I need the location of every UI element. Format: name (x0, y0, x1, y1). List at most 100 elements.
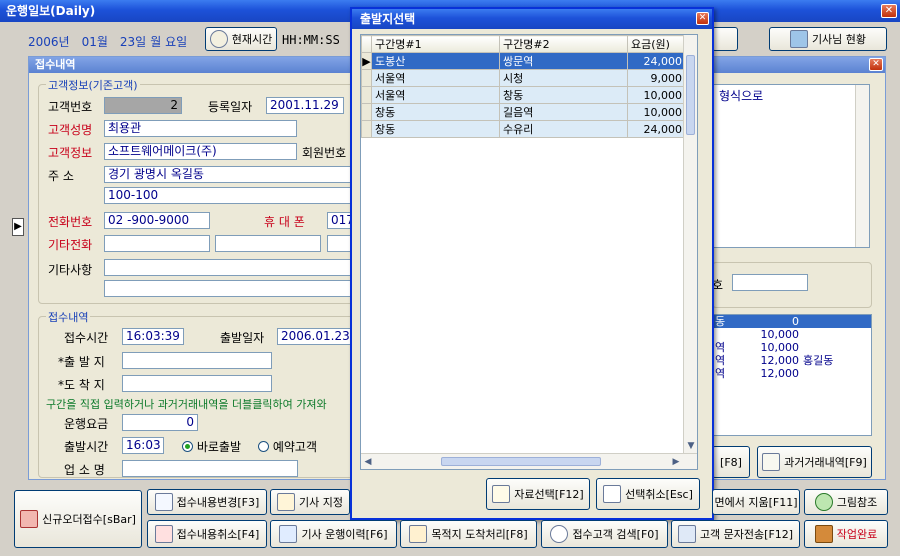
change-receipt-button[interactable]: 접수내용변경[F3] (147, 489, 267, 515)
row-indicator: ▶ (361, 52, 372, 70)
radio-reserve[interactable]: 예약고객 (258, 438, 317, 455)
history-row[interactable]: 역 12,000 (713, 367, 871, 380)
route-cell-fare: 9,000 (627, 69, 686, 87)
history-icon (762, 453, 781, 471)
other-phone-field-1[interactable] (104, 235, 210, 252)
h-scroll-thumb[interactable] (441, 457, 601, 466)
route-row[interactable]: ▶ 도봉산 쌍문역 24,000 (361, 52, 686, 70)
other-notes-field-2[interactable] (104, 280, 354, 297)
driver-status-button[interactable]: 기사님 현황 (769, 27, 887, 51)
address-field-2[interactable]: 100-100 (104, 187, 354, 204)
memo-scrollbar[interactable] (855, 85, 869, 247)
phone-label: 전화번호 (48, 215, 93, 229)
route-cell-1: 서울역 (371, 69, 500, 87)
mobile-label: 휴 대 폰 (264, 215, 305, 229)
customer-info-label: 고객정보 (48, 146, 93, 160)
route-cell-1: 창동 (371, 120, 500, 138)
phone-field[interactable]: 02 -900-9000 (104, 212, 210, 229)
work-done-button[interactable]: 작업완료 (804, 520, 888, 548)
route-row[interactable]: 창동 수유리 24,000 (361, 120, 686, 138)
destination-field[interactable] (122, 375, 272, 392)
row-indicator (361, 69, 372, 87)
customer-sms-button[interactable]: 고객 문자전송[F12] (671, 520, 800, 548)
history-cell-route: 역 (715, 354, 726, 367)
picture-reference-button[interactable]: 그림참조 (804, 489, 888, 515)
picture-reference-label: 그림참조 (836, 496, 878, 509)
history-row[interactable]: 10,000 (713, 328, 871, 341)
reception-close-icon[interactable]: ✕ (869, 58, 883, 71)
receipt-time-field[interactable]: 16:03:39 (122, 328, 184, 345)
departure-date-label: 출발일자 (220, 331, 265, 345)
route-row[interactable]: 서울역 시청 9,000 (361, 69, 686, 87)
route-row[interactable]: 창동 길음역 10,000 (361, 103, 686, 121)
work-done-label: 작업완료 (836, 528, 878, 541)
history-cell-route: 역 (715, 367, 726, 380)
route-row[interactable]: 서울역 창동 10,000 (361, 86, 686, 104)
column-header-fare[interactable]: 요금(원) (627, 35, 686, 53)
scroll-left-icon[interactable]: ◀ (361, 455, 375, 469)
departure-time-field[interactable]: 16:03 (122, 437, 164, 454)
company-field[interactable] (122, 460, 298, 477)
current-time-button[interactable]: 현재시간 (205, 27, 277, 51)
reception-title: 접수내역 (35, 58, 76, 71)
history-row[interactable]: 역 12,000 홍길동 (713, 354, 871, 367)
departure-date-field[interactable]: 2006.01.23 (277, 328, 357, 345)
remove-from-list-button[interactable]: 면에서 지움[F11] (712, 489, 800, 515)
grid-vertical-scrollbar[interactable]: ▼ (683, 35, 697, 453)
customer-search-button[interactable]: 접수고객 검색[F0] (541, 520, 668, 548)
regdate-field[interactable]: 2001.11.29 (266, 97, 344, 114)
hidden-top-button[interactable] (712, 27, 738, 51)
customer-info-field[interactable]: 소프트웨어메이크(주) (104, 143, 297, 160)
f8-button[interactable]: [F8] (712, 446, 750, 478)
arrival-process-button[interactable]: 목적지 도착처리[F8] (400, 520, 537, 548)
scroll-down-icon[interactable]: ▼ (684, 439, 698, 453)
route-cell-2: 창동 (499, 86, 628, 104)
origin-field[interactable] (122, 352, 272, 369)
column-header-route2[interactable]: 구간명#2 (499, 35, 628, 53)
member-number-label: 회원번호 (302, 146, 347, 160)
cancel-selection-button[interactable]: 선택취소[Esc] (596, 478, 700, 510)
window-close-icon[interactable]: ✕ (881, 4, 897, 18)
address-label: 주 소 (48, 169, 74, 183)
other-notes-field-1[interactable] (104, 259, 354, 276)
history-cell-fare: 10,000 (760, 341, 800, 354)
radio-depart-now-dot (182, 441, 193, 452)
driver-log-button[interactable]: 기사 운행이력[F6] (270, 520, 397, 548)
edit-icon (154, 493, 173, 511)
column-header-route1[interactable]: 구간명#1 (371, 35, 500, 53)
side-arrow-icon[interactable]: ▶ (12, 218, 24, 236)
customer-number-label: 고객번호 (48, 100, 93, 114)
memo-box[interactable]: 형식으로 (712, 84, 870, 248)
grid-scroll-thumb[interactable] (686, 55, 695, 135)
departure-time-label: 출발시간 (64, 440, 109, 454)
current-time-label: 현재시간 (231, 33, 273, 46)
new-order-button[interactable]: 신규오더접수[sBar] (14, 490, 142, 548)
radio-depart-now[interactable]: 바로출발 (182, 438, 241, 455)
driver-assign-button[interactable]: 기사 지정 (270, 489, 350, 515)
history-list[interactable]: 동 0 10,000 역 10,000 역 12,000 홍길동 역 12,000 (712, 314, 872, 436)
grid-horizontal-scrollbar[interactable]: ◀ ▶ (361, 453, 697, 469)
history-row[interactable]: 역 10,000 (713, 341, 871, 354)
history-button[interactable]: 과거거래내역[F9] (757, 446, 872, 478)
driver-log-label: 기사 운행이력[F6] (301, 528, 388, 541)
route-grid[interactable]: 구간명#1 구간명#2 요금(원) ▶ 도봉산 쌍문역 24,000 서울역 시청 9,00… (360, 34, 698, 470)
other-phone-field-2[interactable] (215, 235, 321, 252)
right-number-field[interactable] (732, 274, 808, 291)
select-data-button[interactable]: 자료선택[F12] (486, 478, 590, 510)
customer-number-field[interactable]: 2 (104, 97, 182, 114)
history-row[interactable]: 동0 (713, 315, 871, 328)
dialog-title-bar: 출발지선택 (352, 9, 712, 29)
cancel-receipt-button[interactable]: 접수내용취소[F4] (147, 520, 267, 548)
dialog-close-icon[interactable]: ✕ (696, 12, 709, 25)
customer-search-label: 접수고객 검색[F0] (572, 528, 659, 541)
customer-sms-label: 고객 문자전송[F12] (699, 528, 794, 541)
route-cell-fare: 10,000 (627, 86, 686, 104)
destination-label: *도 착 지 (58, 378, 105, 392)
fare-field[interactable]: 0 (122, 414, 198, 431)
phone-icon (409, 525, 428, 543)
other-notes-label: 기타사항 (48, 263, 93, 277)
customer-name-field[interactable]: 최용관 (104, 120, 297, 137)
route-cell-2: 쌍문역 (499, 52, 628, 70)
scroll-right-icon[interactable]: ▶ (669, 455, 683, 469)
address-field-1[interactable]: 경기 광명시 옥길동 (104, 166, 354, 183)
